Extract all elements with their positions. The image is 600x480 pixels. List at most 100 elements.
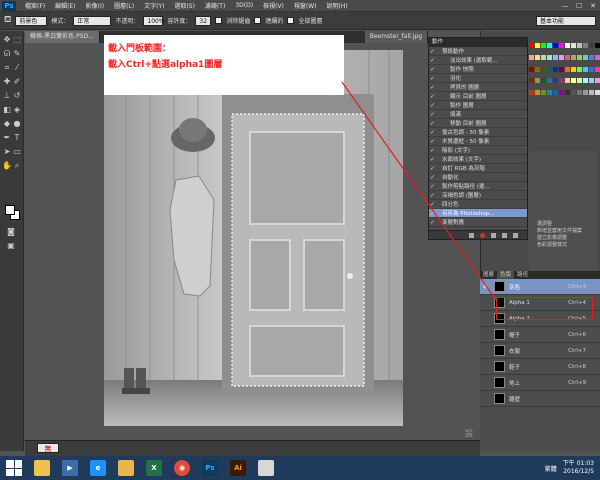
menu-edit[interactable]: 編輯(E): [50, 1, 80, 10]
file-explorer-icon[interactable]: [34, 460, 50, 476]
color-swatch[interactable]: [553, 66, 558, 72]
menu-3d[interactable]: 3D(D): [230, 2, 258, 9]
action-check-icon[interactable]: ✓: [429, 156, 436, 163]
menu-help[interactable]: 說明(H): [322, 1, 353, 10]
color-swatch[interactable]: [565, 43, 570, 48]
clone-stamp-tool-icon[interactable]: ⊥: [2, 91, 12, 101]
foreground-color-swatch[interactable]: [5, 205, 15, 215]
color-swatch[interactable]: [559, 66, 564, 72]
color-swatch[interactable]: [547, 66, 552, 72]
action-check-icon[interactable]: ✓: [429, 48, 436, 55]
dodge-tool-icon[interactable]: ●: [12, 119, 22, 129]
tab-paths[interactable]: 路徑: [514, 271, 531, 279]
action-item[interactable]: ✓ 自訂 RGB 為灰階: [429, 164, 527, 173]
crop-tool-icon[interactable]: ⌗: [2, 63, 12, 73]
color-swatch[interactable]: [595, 66, 600, 72]
color-swatch[interactable]: [565, 78, 570, 84]
menu-select[interactable]: 選取(S): [169, 1, 200, 10]
color-swatch[interactable]: [595, 78, 600, 84]
color-swatch[interactable]: [529, 78, 534, 84]
color-swatch[interactable]: [541, 66, 546, 72]
color-swatch[interactable]: [529, 90, 534, 96]
menu-view[interactable]: 檢視(V): [258, 1, 289, 10]
action-item[interactable]: ✓ 陰影 (文字): [429, 146, 527, 155]
action-item[interactable]: ✓ 木質邊框 - 50 像素: [429, 137, 527, 146]
photoshop-taskbar-icon[interactable]: Ps: [202, 460, 218, 476]
action-check-icon[interactable]: ✓: [429, 165, 436, 172]
color-swatch[interactable]: [547, 78, 552, 84]
action-item[interactable]: ✓ 另存為 Photoshop...: [429, 209, 527, 218]
color-swatch[interactable]: [589, 54, 594, 60]
zoom-level[interactable]: 無: [37, 443, 59, 453]
folder-icon[interactable]: [118, 460, 134, 476]
color-swatch[interactable]: [547, 54, 552, 60]
system-clock[interactable]: 下午 01:03 2016/12/5: [563, 460, 594, 476]
color-swatch[interactable]: [589, 43, 594, 48]
excel-icon[interactable]: X: [146, 460, 162, 476]
channel-row[interactable]: 鞋子 Ctrl+8: [480, 359, 600, 375]
action-item[interactable]: ✓ 水面效果 (文字): [429, 155, 527, 164]
menu-window[interactable]: 視窗(W): [289, 1, 322, 10]
paint-icon[interactable]: [258, 460, 274, 476]
menu-layer[interactable]: 圖層(L): [109, 1, 139, 10]
close-button[interactable]: ✕: [586, 2, 600, 10]
action-item[interactable]: ✓ 四分色: [429, 200, 527, 209]
anti-alias-checkbox[interactable]: [215, 17, 223, 24]
color-swatch[interactable]: [553, 90, 558, 96]
healing-tool-icon[interactable]: ✚: [2, 77, 12, 87]
action-check-icon[interactable]: ✓: [429, 93, 436, 100]
color-swatch[interactable]: [559, 54, 564, 60]
color-swatch[interactable]: [571, 90, 576, 96]
pen-tool-icon[interactable]: ✒: [2, 133, 12, 143]
action-check-icon[interactable]: ✓: [429, 84, 436, 91]
action-item[interactable]: ✓ 自動化: [429, 173, 527, 182]
action-check-icon[interactable]: ✓: [429, 138, 436, 145]
channel-row[interactable]: 牆壁: [480, 391, 600, 407]
color-swatch[interactable]: [589, 66, 594, 72]
color-swatch[interactable]: [595, 90, 600, 96]
color-swatch[interactable]: [589, 90, 594, 96]
color-swatch[interactable]: [559, 90, 564, 96]
mode-select[interactable]: 正常: [73, 15, 112, 26]
color-swatch[interactable]: [577, 90, 582, 96]
stop-icon[interactable]: [469, 232, 474, 238]
illustrator-taskbar-icon[interactable]: Ai: [230, 460, 246, 476]
channel-row[interactable]: ◉ 灰色 Ctrl+3: [480, 279, 600, 295]
media-player-icon[interactable]: ▶: [62, 460, 78, 476]
color-swatch[interactable]: [571, 54, 576, 60]
color-swatch[interactable]: [553, 78, 558, 84]
color-swatch[interactable]: [541, 43, 546, 48]
color-swatch[interactable]: [535, 54, 540, 60]
action-item[interactable]: ✓ 製作剪貼路徑 (選...: [429, 182, 527, 191]
color-swatch[interactable]: [583, 54, 588, 60]
action-check-icon[interactable]: ✓: [429, 111, 436, 118]
color-swatch[interactable]: [577, 43, 582, 48]
action-item[interactable]: ✓ 移動 目前 圖層: [429, 119, 527, 128]
color-swatch[interactable]: [559, 78, 564, 84]
quick-select-tool-icon[interactable]: ✎: [12, 49, 22, 59]
lasso-tool-icon[interactable]: ᘏ: [2, 49, 12, 59]
action-check-icon[interactable]: ✓: [429, 183, 436, 190]
color-swatch[interactable]: [547, 90, 552, 96]
tab-document-2[interactable]: Beemster_fall.jpg: [364, 31, 428, 43]
move-tool-icon[interactable]: ✥: [2, 35, 12, 45]
color-swatch[interactable]: [541, 90, 546, 96]
channel-row[interactable]: 地上 Ctrl+9: [480, 375, 600, 391]
color-swatch[interactable]: [535, 78, 540, 84]
action-check-icon[interactable]: ✓: [429, 129, 436, 136]
action-item[interactable]: ✓ 填滿: [429, 110, 527, 119]
color-swatch[interactable]: [595, 54, 600, 60]
color-swatch[interactable]: [529, 54, 534, 60]
action-item[interactable]: ✓ 製作 圖層: [429, 101, 527, 110]
tolerance-input[interactable]: 32: [195, 15, 212, 26]
blur-tool-icon[interactable]: ◆: [2, 119, 12, 129]
action-check-icon[interactable]: ✓: [429, 57, 436, 64]
path-select-tool-icon[interactable]: ➤: [2, 147, 12, 157]
menu-file[interactable]: 檔案(F): [20, 1, 50, 10]
play-icon[interactable]: [491, 232, 496, 238]
channel-row[interactable]: 帽子 Ctrl+6: [480, 327, 600, 343]
color-swatch[interactable]: [535, 90, 540, 96]
workspace-select[interactable]: 基本功能: [536, 15, 596, 26]
channel-row[interactable]: 衣服 Ctrl+7: [480, 343, 600, 359]
action-check-icon[interactable]: ✓: [429, 174, 436, 181]
